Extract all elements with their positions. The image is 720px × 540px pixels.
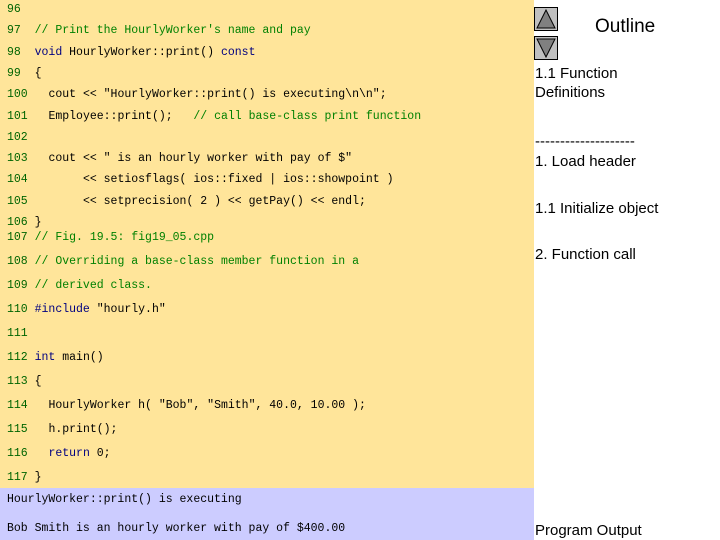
code-line: 106 } bbox=[7, 216, 42, 230]
line-number: 98 bbox=[7, 46, 21, 59]
code-text: } bbox=[34, 471, 42, 484]
line-number: 116 bbox=[7, 447, 28, 460]
program-output-panel: HourlyWorker::print() is executing Bob S… bbox=[0, 488, 534, 540]
code-text: << setiosflags( ios::fixed | ios::showpo… bbox=[48, 173, 394, 186]
line-number: 96 bbox=[7, 3, 21, 16]
line-number: 110 bbox=[7, 303, 28, 316]
line-number: 113 bbox=[7, 375, 28, 388]
code-text: } bbox=[34, 216, 42, 229]
code-text: cout << " is an hourly worker with pay o… bbox=[48, 152, 353, 165]
code-line: 98 void HourlyWorker::print() const bbox=[7, 46, 255, 60]
outline-item: 2. Function call bbox=[535, 246, 636, 263]
line-number: 105 bbox=[7, 195, 28, 208]
next-slide-button[interactable] bbox=[534, 36, 558, 60]
code-text: { bbox=[34, 67, 42, 80]
code-text: 0; bbox=[89, 447, 111, 460]
code-line: 110 #include "hourly.h" bbox=[7, 303, 166, 317]
code-keyword: return bbox=[48, 447, 90, 460]
line-number: 101 bbox=[7, 110, 28, 123]
code-text: << setprecision( 2 ) << getPay() << endl… bbox=[48, 195, 366, 208]
line-number: 103 bbox=[7, 152, 28, 165]
outline-title: Outline bbox=[595, 16, 656, 37]
line-number: 117 bbox=[7, 471, 28, 484]
triangle-down-icon bbox=[536, 38, 556, 59]
code-text: HourlyWorker h( "Bob", "Smith", 40.0, 10… bbox=[48, 399, 366, 412]
code-comment: // Overriding a base-class member functi… bbox=[34, 255, 359, 268]
outline-item: 1.1 Initialize object bbox=[535, 200, 659, 217]
line-number: 99 bbox=[7, 67, 21, 80]
code-line: 115 h.print(); bbox=[7, 423, 117, 437]
code-comment: // Print the HourlyWorker's name and pay bbox=[34, 24, 311, 37]
code-line: 105 << setprecision( 2 ) << getPay() << … bbox=[7, 195, 366, 209]
line-number: 111 bbox=[7, 327, 28, 340]
code-line: 99 { bbox=[7, 67, 42, 81]
output-line: HourlyWorker::print() is executing bbox=[7, 493, 242, 506]
line-number: 109 bbox=[7, 279, 28, 292]
code-text: { bbox=[34, 375, 42, 388]
code-line: 101 Employee::print(); // call base-clas… bbox=[7, 110, 421, 124]
outline-separator: -------------------- bbox=[535, 133, 635, 150]
code-line: 97 // Print the HourlyWorker's name and … bbox=[7, 24, 311, 38]
code-line: 96 bbox=[7, 3, 28, 17]
output-line: Bob Smith is an hourly worker with pay o… bbox=[7, 522, 346, 535]
code-keyword: void bbox=[34, 46, 63, 59]
line-number: 100 bbox=[7, 88, 28, 101]
code-keyword: const bbox=[220, 46, 256, 59]
code-comment: // Fig. 19.5: fig19_05.cpp bbox=[34, 231, 215, 244]
line-number: 104 bbox=[7, 173, 28, 186]
code-panel: 96 97 // Print the HourlyWorker's name a… bbox=[0, 0, 534, 488]
code-keyword: #include bbox=[34, 303, 90, 316]
code-line: 116 return 0; bbox=[7, 447, 111, 461]
code-text: "hourly.h" bbox=[89, 303, 166, 316]
code-line: 114 HourlyWorker h( "Bob", "Smith", 40.0… bbox=[7, 399, 366, 413]
line-number: 114 bbox=[7, 399, 28, 412]
code-line: 104 << setiosflags( ios::fixed | ios::sh… bbox=[7, 173, 394, 187]
line-number: 112 bbox=[7, 351, 28, 364]
code-line: 102 bbox=[7, 131, 28, 145]
code-line: 108 // Overriding a base-class member fu… bbox=[7, 255, 359, 269]
line-number: 106 bbox=[7, 216, 28, 229]
program-output-label: Program Output bbox=[535, 522, 642, 539]
code-line: 103 cout << " is an hourly worker with p… bbox=[7, 152, 352, 166]
code-line: 117 } bbox=[7, 471, 42, 485]
line-number: 107 bbox=[7, 231, 28, 244]
code-comment: // call base-class print function bbox=[193, 110, 422, 123]
code-text: main() bbox=[55, 351, 104, 364]
code-text: h.print(); bbox=[48, 423, 118, 436]
code-text: Employee::print(); bbox=[48, 110, 194, 123]
outline-item: 1.1 Function Definitions bbox=[535, 65, 618, 101]
line-number: 115 bbox=[7, 423, 28, 436]
previous-slide-button[interactable] bbox=[534, 7, 558, 31]
line-number: 102 bbox=[7, 131, 28, 144]
triangle-up-icon bbox=[536, 8, 556, 29]
code-text: cout << "HourlyWorker::print() is execut… bbox=[48, 88, 387, 101]
line-number: 97 bbox=[7, 24, 21, 37]
code-comment: // derived class. bbox=[34, 279, 152, 292]
line-number: 108 bbox=[7, 255, 28, 268]
code-line: 111 bbox=[7, 327, 28, 341]
code-text: HourlyWorker::print() bbox=[62, 46, 221, 59]
code-line: 107 // Fig. 19.5: fig19_05.cpp bbox=[7, 231, 214, 245]
outline-item: 1. Load header bbox=[535, 153, 636, 170]
code-line: 112 int main() bbox=[7, 351, 104, 365]
code-line: 100 cout << "HourlyWorker::print() is ex… bbox=[7, 88, 387, 102]
code-keyword: int bbox=[34, 351, 56, 364]
code-line: 113 { bbox=[7, 375, 42, 389]
code-line: 109 // derived class. bbox=[7, 279, 152, 293]
